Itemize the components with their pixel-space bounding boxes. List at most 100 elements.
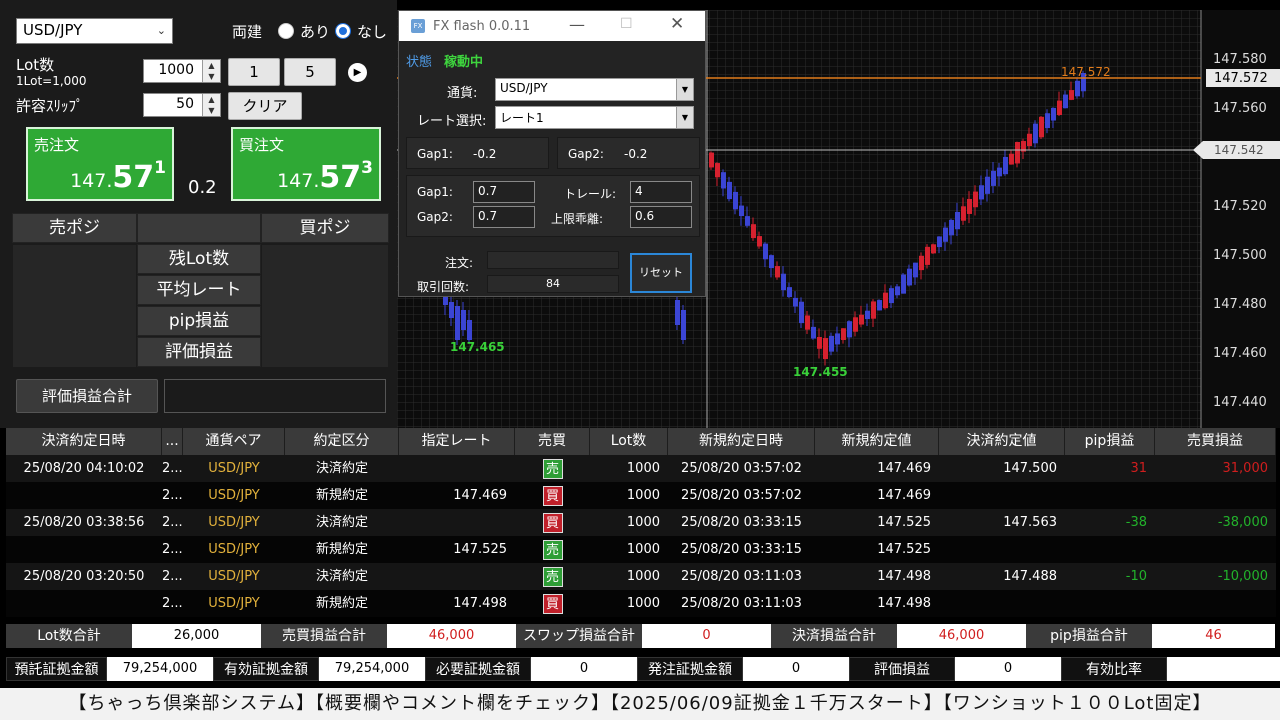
dropdown-arrow-icon[interactable]: ▼	[676, 79, 693, 100]
col-settle-time[interactable]: 決済約定日時	[6, 428, 162, 455]
candle	[715, 163, 720, 178]
cell-open-time: 25/08/20 03:11:03	[681, 569, 802, 584]
cell-open-price: 147.498	[877, 569, 931, 584]
total-valuation-label: 評価損益合計	[16, 379, 158, 413]
col-type[interactable]: 約定区分	[285, 428, 399, 455]
cell-type: 決済約定	[315, 569, 368, 584]
sell-order-button[interactable]: 売注文 147.571	[26, 127, 174, 201]
col-open-time[interactable]: 新規約定日時	[668, 428, 815, 455]
trade-count-value: 84	[487, 275, 619, 293]
line-price-text: 147.542	[1214, 143, 1264, 157]
col-pair[interactable]: 通貨ペア	[183, 428, 285, 455]
cell-pair: USD/JPY	[208, 515, 260, 530]
candle	[829, 335, 834, 352]
table-row[interactable]: 2... USD/JPY 新規約定 147.525 売 1000 25/08/20 03:3…	[6, 536, 1276, 563]
cell-pl: 31,000	[1222, 461, 1269, 476]
fx-currency-select[interactable]: USD/JPY ▼	[495, 78, 694, 101]
cell-open-time: 25/08/20 03:57:02	[681, 488, 802, 503]
cell-open-price: 147.469	[877, 461, 931, 476]
candle	[1057, 100, 1062, 116]
candle	[859, 314, 864, 325]
summary-value: 0	[642, 624, 771, 648]
gap1-input[interactable]: 0.7	[473, 181, 535, 203]
candle	[739, 205, 744, 217]
maximize-icon[interactable]: ☐	[620, 16, 633, 32]
sell-badge: 売	[542, 539, 563, 560]
fx-currency-value: USD/JPY	[500, 81, 548, 95]
lot-1-button[interactable]: 1	[228, 58, 280, 86]
cell-type: 新規約定	[315, 542, 368, 557]
cell-settle-time: 25/08/20 04:10:02	[23, 461, 145, 476]
table-row[interactable]: 25/08/20 04:10:02 2... USD/JPY 決済約定 売 1000 25/…	[6, 455, 1276, 482]
candle	[805, 315, 810, 330]
summary-value	[1167, 657, 1280, 681]
cell-open-time: 25/08/20 03:11:03	[681, 596, 802, 611]
col-side[interactable]: 売買	[515, 428, 590, 455]
col-pl[interactable]: 売買損益	[1155, 428, 1276, 455]
trading-panel: USD/JPY ⌄ 両建 あり なし Lot数 1Lot=1,000 1000 …	[0, 0, 397, 428]
trail-input[interactable]: 4	[630, 181, 692, 203]
fx-rate-select[interactable]: レート1 ▼	[495, 106, 694, 129]
slip-input[interactable]: 50 ▲ ▼	[143, 93, 221, 117]
reset-button[interactable]: リセット	[630, 253, 692, 293]
col-open-price[interactable]: 新規約定値	[815, 428, 939, 455]
lot-5-button[interactable]: 5	[284, 58, 336, 86]
window-titlebar[interactable]: FX FX flash 0.0.11 — ☐ ✕	[399, 11, 705, 41]
gap2-input[interactable]: 0.7	[473, 206, 535, 228]
cell-close-price: 147.563	[1003, 515, 1057, 530]
candle	[787, 287, 792, 298]
cell-id: 2...	[162, 542, 183, 557]
col-lot[interactable]: Lot数	[590, 428, 668, 455]
table-row[interactable]: 25/08/20 03:20:50 2... USD/JPY 決済約定 売 1000 25/…	[6, 563, 1276, 590]
candle	[1039, 116, 1044, 138]
gap1-display: Gap1: -0.2	[406, 137, 549, 169]
limit-input[interactable]: 0.6	[630, 206, 692, 228]
cell-pair: USD/JPY	[208, 461, 260, 476]
candle	[763, 243, 768, 260]
buy-order-button[interactable]: 買注文 147.573	[231, 127, 381, 201]
spinner-icon[interactable]: ▲ ▼	[202, 60, 220, 82]
table-row[interactable]: 2... USD/JPY 新規約定 147.469 買 1000 25/08/20 03:5…	[6, 482, 1276, 509]
table-row[interactable]: 25/08/20 03:38:56 2... USD/JPY 決済約定 買 1000 25/…	[6, 509, 1276, 536]
gap2-display-label: Gap2:	[568, 147, 604, 161]
cell-rate	[399, 455, 515, 482]
col-close-price[interactable]: 決済約定値	[939, 428, 1065, 455]
dropdown-arrow-icon[interactable]: ▼	[676, 107, 693, 128]
y-tick: 147.440	[1213, 395, 1267, 410]
lot-input[interactable]: 1000 ▲ ▼	[143, 59, 221, 83]
cell-pip	[1065, 590, 1155, 617]
col-id[interactable]: ...	[162, 428, 183, 455]
candle	[811, 326, 816, 339]
candle	[1051, 107, 1056, 121]
candle	[931, 244, 936, 254]
spinner-icon[interactable]: ▲ ▼	[202, 94, 220, 116]
currency-select[interactable]: USD/JPY ⌄	[16, 18, 173, 44]
summary-label: Lot数合計	[6, 624, 132, 648]
candle	[1075, 80, 1080, 97]
candle	[865, 310, 870, 320]
play-icon[interactable]: ▶	[348, 63, 367, 82]
clear-button[interactable]: クリア	[228, 92, 302, 120]
close-icon[interactable]: ✕	[670, 14, 684, 34]
cell-settle-time	[6, 590, 162, 617]
col-pip[interactable]: pip損益	[1065, 428, 1155, 455]
y-tick: 147.520	[1213, 199, 1267, 214]
col-rate[interactable]: 指定レート	[399, 428, 515, 455]
buy-price-pip: 3	[361, 158, 373, 178]
minimize-icon[interactable]: —	[569, 15, 585, 34]
candle	[961, 206, 966, 221]
candle	[967, 198, 972, 214]
summary-label: スワップ損益合計	[516, 624, 642, 648]
candle	[799, 301, 804, 324]
candle	[1027, 133, 1032, 147]
candle	[793, 297, 798, 307]
candle	[781, 273, 786, 291]
radio-no[interactable]	[335, 23, 351, 39]
summary-value: 0	[955, 657, 1061, 681]
radio-yes[interactable]	[278, 23, 294, 39]
fx-rate-value: レート1	[500, 111, 544, 125]
table-row[interactable]: 2... USD/JPY 新規約定 147.498 買 1000 25/08/20 03:1…	[6, 590, 1276, 617]
candle	[727, 181, 732, 200]
cell-rate: 147.498	[453, 596, 507, 611]
candle	[769, 255, 774, 269]
